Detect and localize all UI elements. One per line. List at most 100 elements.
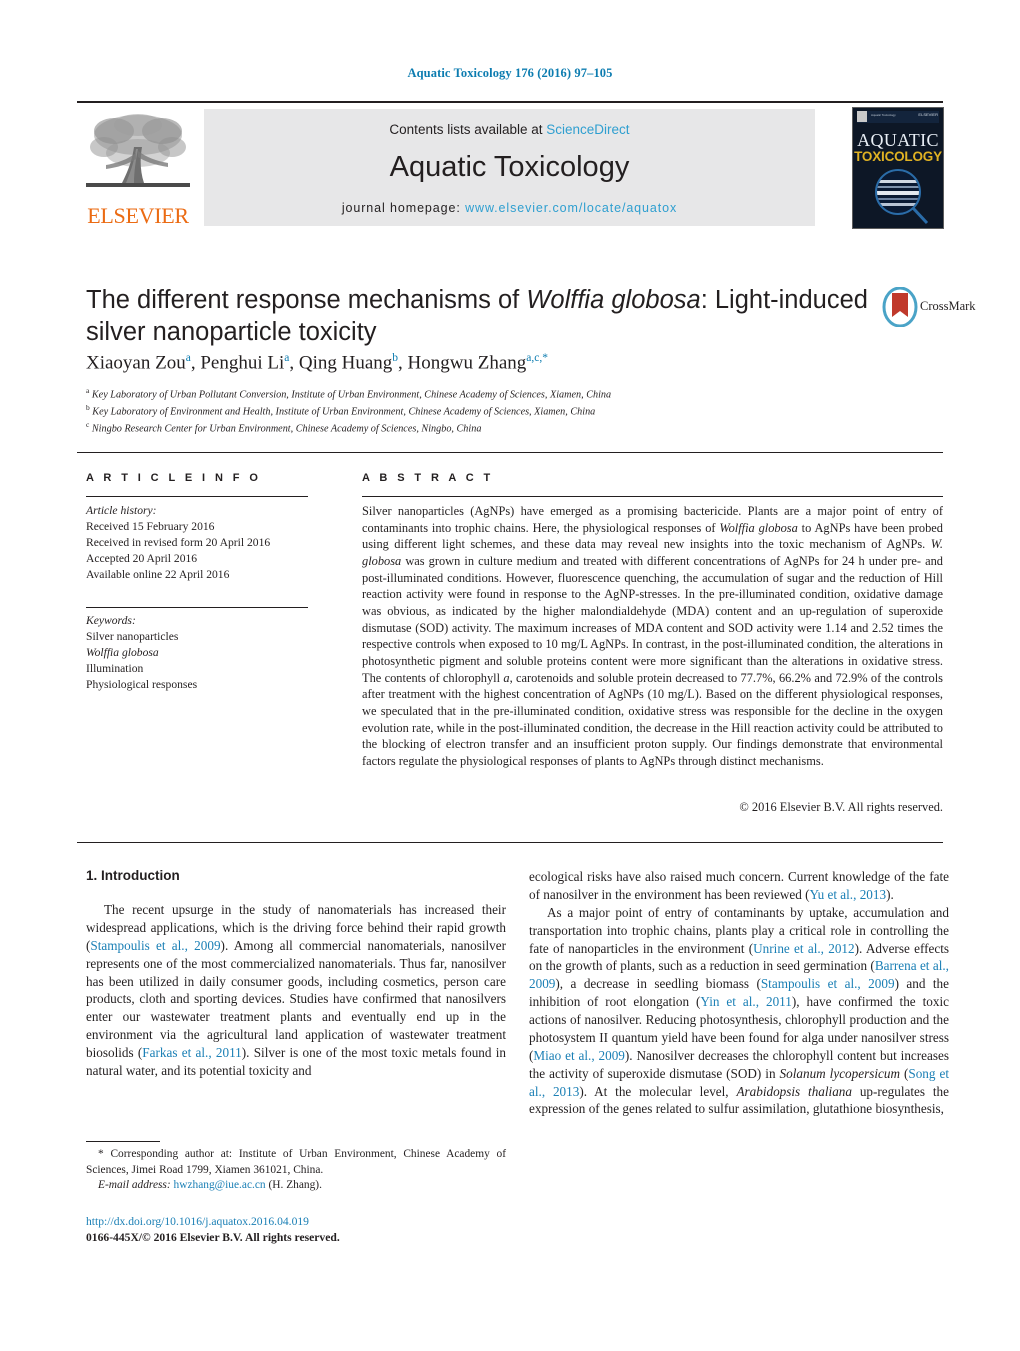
doi-link[interactable]: http://dx.doi.org/10.1016/j.aquatox.2016… (86, 1215, 309, 1228)
keywords-rule (86, 607, 308, 608)
citation-link[interactable]: Farkas et al., 2011 (142, 1045, 241, 1060)
masthead-center-band: Contents lists available at ScienceDirec… (204, 109, 815, 226)
abstract-section-bottom-rule (77, 842, 943, 843)
article-info-heading: A R T I C L E I N F O (86, 472, 262, 484)
affiliation-item: b Key Laboratory of Environment and Heal… (86, 403, 886, 420)
author-name-1: Xiaoyan Zou (86, 352, 186, 374)
elsevier-tree-icon (86, 114, 190, 187)
email-owner: (H. Zhang). (268, 1179, 322, 1191)
para-seg: ). (886, 886, 894, 902)
paragraph: ecological risks have also raised much c… (529, 868, 949, 904)
cover-line2: TOXICOLOGY (854, 149, 942, 164)
affiliation-text: Ningbo Research Center for Urban Environ… (91, 423, 482, 435)
sciencedirect-link[interactable]: ScienceDirect (546, 122, 629, 137)
citation-link[interactable]: Yu et al., 2013 (810, 887, 887, 902)
journal-masthead: ELSEVIER Contents lists available at Sci… (77, 101, 944, 232)
para-seg: ). Among all commercial nanomaterials, n… (86, 937, 506, 1060)
crossmark-badge[interactable]: CrossMark (882, 287, 976, 329)
running-head: Aquatic Toxicology 176 (2016) 97–105 (407, 66, 613, 80)
elsevier-logo: ELSEVIER (80, 109, 196, 227)
keyword-item: Physiological responses (86, 678, 198, 692)
masthead-top-rule (77, 101, 943, 103)
citation-link[interactable]: Stampoulis et al., 2009 (90, 938, 220, 953)
keyword-item: Illumination (86, 662, 144, 676)
article-page: Aquatic Toxicology 176 (2016) 97–105 ELS… (0, 0, 1020, 1351)
abstract-seg-4: , carotenoids and soluble protein decrea… (362, 670, 943, 769)
cover-small-title: Aquatic Toxicology (871, 113, 896, 117)
cover-elsevier-mark-icon (857, 111, 867, 122)
elsevier-wordmark: ELSEVIER (87, 203, 189, 228)
paragraph: As a major point of entry of contaminant… (529, 904, 949, 1119)
author-name-3: Qing Huang (298, 352, 393, 374)
journal-cover-thumbnail[interactable]: Aquatic Toxicology ELSEVIER AQUATIC TOXI… (852, 107, 944, 229)
homepage-label: journal homepage: (341, 201, 461, 215)
abstract-text: Silver nanoparticles (AgNPs) have emerge… (362, 503, 943, 770)
cover-small-publisher: ELSEVIER (918, 112, 938, 117)
history-item: Available online 22 April 2016 (86, 568, 230, 582)
section-heading-introduction: 1. Introduction (86, 868, 180, 883)
footnote-rule (86, 1141, 160, 1142)
cover-line1: AQUATIC (857, 130, 939, 150)
para-seg: ), a decrease in seedling biomass ( (555, 976, 761, 992)
journal-homepage-link[interactable]: www.elsevier.com/locate/aquatox (465, 201, 677, 215)
cover-topbar: Aquatic Toxicology ELSEVIER (857, 111, 939, 123)
citation-link[interactable]: Unrine et al., 2012 (753, 941, 854, 956)
article-history: Article history: Received 15 February 20… (86, 503, 316, 584)
body-column-right: ecological risks have also raised much c… (529, 868, 949, 1118)
author-sup-1[interactable]: a (186, 352, 191, 364)
para-seg: ). At the molecular level, (579, 1083, 737, 1099)
journal-homepage-line: journal homepage: www.elsevier.com/locat… (204, 201, 815, 215)
author-name-2: Penghui Li (200, 352, 285, 374)
contents-prefix: Contents lists available at (389, 122, 543, 137)
author-sup-3[interactable]: b (392, 352, 398, 364)
affiliation-marker: c (86, 420, 90, 430)
affiliation-item: a Key Laboratory of Urban Pollutant Conv… (86, 386, 886, 403)
corresponding-marker: * (98, 1148, 104, 1160)
affiliation-marker: a (86, 386, 90, 395)
abstract-species-1: Wolffia globosa (719, 520, 798, 535)
article-history-label: Article history: (86, 504, 157, 517)
citation-link[interactable]: Yin et al., 2011 (700, 994, 791, 1009)
title-species: Wolffia globosa (526, 286, 701, 314)
author-sup-2[interactable]: a (284, 352, 289, 364)
abstract-copyright: © 2016 Elsevier B.V. All rights reserved… (739, 800, 943, 814)
email-link[interactable]: hwzhang@iue.ac.cn (174, 1179, 266, 1191)
affiliation-text: Key Laboratory of Urban Pollutant Conver… (91, 389, 612, 401)
affiliation-list: a Key Laboratory of Urban Pollutant Conv… (86, 386, 886, 438)
citation-link[interactable]: Miao et al., 2009 (533, 1048, 624, 1063)
history-item: Accepted 20 April 2016 (86, 552, 198, 566)
cover-magnifier-icon (875, 169, 929, 225)
affiliation-marker: b (86, 403, 90, 413)
body-column-left: 1. Introduction The recent upsurge in th… (86, 868, 506, 1080)
keyword-list: Keywords: Silver nanoparticles Wolffia g… (86, 613, 316, 694)
keyword-item: Wolffia globosa (86, 646, 159, 660)
abstract-rule (362, 496, 943, 497)
paper-title-wrap: The different response mechanisms of Wol… (86, 284, 876, 348)
keyword-item: Silver nanoparticles (86, 630, 179, 644)
crossmark-label: CrossMark (920, 299, 976, 313)
species-name: Arabidopsis thaliana (736, 1083, 852, 1099)
abstract-section-top-rule (77, 452, 943, 453)
issn-copyright-line: 0166-445X/© 2016 Elsevier B.V. All right… (86, 1231, 340, 1244)
abstract-heading: A B S T R A C T (362, 472, 494, 484)
article-info-rule (86, 496, 308, 497)
history-item: Received 15 February 2016 (86, 520, 215, 534)
author-sup-4[interactable]: a,c,* (526, 352, 548, 364)
species-name: Solanum lycopersicum (779, 1065, 900, 1081)
keywords-label: Keywords: (86, 614, 136, 627)
title-part-1: The different response mechanisms of (86, 286, 527, 314)
citation-link[interactable]: Stampoulis et al., 2009 (761, 976, 895, 991)
corresponding-author-note: * Corresponding author at: Institute of … (86, 1147, 506, 1194)
paper-title: The different response mechanisms of Wol… (86, 284, 876, 348)
paragraph: The recent upsurge in the study of nanom… (86, 901, 506, 1080)
journal-title: Aquatic Toxicology (389, 151, 630, 183)
history-item: Received in revised form 20 April 2016 (86, 536, 271, 550)
doi-link-wrap[interactable]: http://dx.doi.org/10.1016/j.aquatox.2016… (86, 1215, 309, 1228)
abstract-seg-3: was grown in culture medium and treated … (362, 554, 943, 685)
email-label: E-mail address: (98, 1179, 171, 1191)
author-list: Xiaoyan Zoua, Penghui Lia, Qing Huangb, … (86, 352, 548, 374)
affiliation-text: Key Laboratory of Environment and Health… (92, 406, 596, 418)
crossmark-icon (882, 287, 918, 327)
author-name-4: Hongwu Zhang (407, 352, 527, 374)
affiliation-item: c Ningbo Research Center for Urban Envir… (86, 420, 886, 437)
